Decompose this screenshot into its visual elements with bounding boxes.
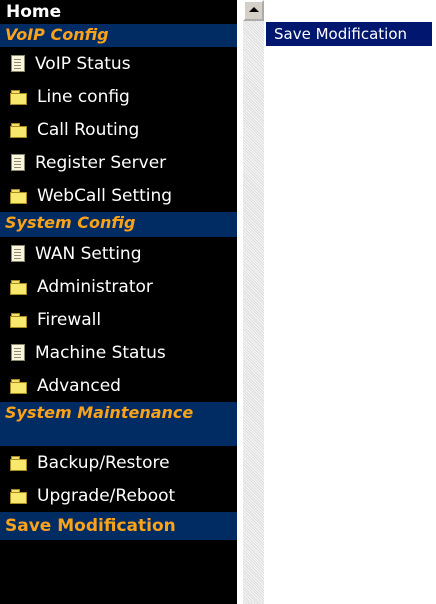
nav-item-line-config[interactable]: Line config <box>0 80 237 113</box>
nav-home[interactable]: Home <box>0 0 237 24</box>
nav-item-label: Advanced <box>37 375 121 396</box>
folder-icon <box>10 188 27 204</box>
scrollbar[interactable] <box>243 0 264 604</box>
nav-item-firewall[interactable]: Firewall <box>0 303 237 336</box>
nav-item-wan-setting[interactable]: WAN Setting <box>0 237 237 270</box>
scroll-up-button[interactable] <box>243 0 264 21</box>
nav-item-label: Firewall <box>37 309 102 330</box>
folder-icon <box>10 122 27 138</box>
arrow-up-icon <box>249 7 259 12</box>
section-system-maintenance: System Maintenance <box>0 402 237 446</box>
document-icon <box>10 245 25 262</box>
nav-item-label: Backup/Restore <box>37 452 170 473</box>
nav-item-voip-status[interactable]: VoIP Status <box>0 47 237 80</box>
nav-item-machine-status[interactable]: Machine Status <box>0 336 237 369</box>
nav-item-label: Line config <box>37 86 130 107</box>
document-icon <box>10 344 25 361</box>
folder-icon <box>10 279 27 295</box>
section-system-config: System Config <box>0 212 237 237</box>
folder-icon <box>10 378 27 394</box>
document-icon <box>10 55 25 72</box>
folder-icon <box>10 488 27 504</box>
nav-item-administrator[interactable]: Administrator <box>0 270 237 303</box>
nav-item-label: WAN Setting <box>35 243 142 264</box>
nav-item-call-routing[interactable]: Call Routing <box>0 113 237 146</box>
document-icon <box>10 154 25 171</box>
nav-item-upgrade-reboot[interactable]: Upgrade/Reboot <box>0 479 237 512</box>
nav-save-modification[interactable]: Save Modification <box>0 512 237 540</box>
section-voip-config: VoIP Config <box>0 24 237 47</box>
nav-item-label: VoIP Status <box>35 53 131 74</box>
folder-icon <box>10 455 27 471</box>
nav-item-label: Machine Status <box>35 342 166 363</box>
nav-item-label: Upgrade/Reboot <box>37 485 176 506</box>
nav-item-advanced[interactable]: Advanced <box>0 369 237 402</box>
nav-item-backup-restore[interactable]: Backup/Restore <box>0 446 237 479</box>
folder-icon <box>10 89 27 105</box>
sidebar-nav: Home VoIP Config VoIP Status Line config… <box>0 0 237 604</box>
nav-item-label: Administrator <box>37 276 153 297</box>
save-modification-button[interactable]: Save Modification <box>266 22 432 46</box>
nav-item-label: Register Server <box>35 152 167 173</box>
nav-item-register-server[interactable]: Register Server <box>0 146 237 179</box>
nav-item-webcall-setting[interactable]: WebCall Setting <box>0 179 237 212</box>
nav-item-label: Call Routing <box>37 119 140 140</box>
folder-icon <box>10 312 27 328</box>
nav-item-label: WebCall Setting <box>37 185 173 206</box>
